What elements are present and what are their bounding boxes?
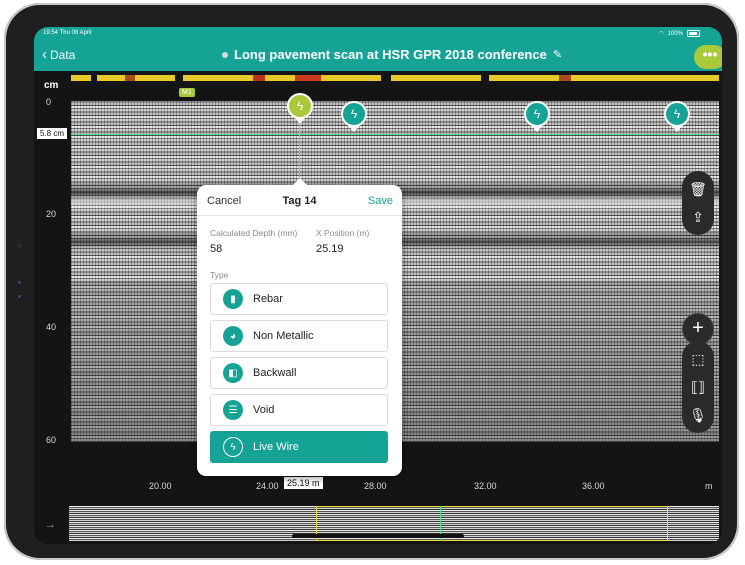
share-icon[interactable]: ⇪	[692, 209, 704, 225]
back-label: Data	[50, 48, 76, 62]
xpos-field-value[interactable]: 25.19	[316, 243, 344, 255]
type-section-label: Type	[210, 270, 229, 280]
back-button[interactable]: ‹ Data	[42, 46, 76, 63]
type-option-label: Void	[253, 404, 275, 416]
x-tick-label: 20.00	[149, 481, 172, 491]
status-indicators: ◠ 100%	[658, 30, 700, 37]
signal-quality-bar	[71, 75, 719, 81]
sensor-dot	[18, 281, 21, 284]
tag-tools-group: 🗑 ⇪	[682, 171, 714, 235]
save-button[interactable]: Save	[368, 195, 393, 207]
rebar-icon: ▮	[223, 289, 243, 309]
chevron-left-icon: ‹	[42, 46, 47, 63]
x-unit-label: m	[705, 481, 713, 491]
lightning-icon: ϟ	[341, 101, 367, 127]
tag-edit-popover: Tag 14 Cancel Save Calculated Depth (mm)…	[197, 178, 402, 476]
title-bar: 19:54 Thu 08 April ◠ 100% ‹ Data Long pa…	[34, 27, 722, 71]
sensor-dot	[18, 295, 21, 298]
y-tick-label: 60	[46, 435, 57, 445]
ipad-frame: 19:54 Thu 08 April ◠ 100% ‹ Data Long pa…	[4, 3, 739, 560]
y-tick-label: 20	[46, 209, 57, 219]
type-option-label: Backwall	[253, 367, 297, 379]
depth-field-label: Calculated Depth (mm)	[210, 228, 298, 238]
app-screen: 19:54 Thu 08 April ◠ 100% ‹ Data Long pa…	[34, 27, 722, 544]
lightning-icon: ϟ	[664, 101, 690, 127]
y-tick-label: 0	[46, 97, 52, 107]
cancel-button[interactable]: Cancel	[207, 195, 241, 207]
x-tick-label: 28.00	[364, 481, 387, 491]
battery-icon	[687, 30, 700, 37]
page-title-text: Long pavement scan at HSR GPR 2018 confe…	[234, 47, 547, 62]
x-tick-label: 24.00	[256, 481, 279, 491]
status-time: 19:54 Thu 08 April	[43, 30, 92, 36]
tag-pin-selected[interactable]: ϟ	[287, 93, 313, 124]
type-option-rebar[interactable]: ▮ Rebar	[210, 283, 388, 315]
arrow-right-icon[interactable]: →	[44, 517, 56, 531]
tag-pin[interactable]: ϟ	[524, 101, 550, 132]
depth-cursor-line[interactable]	[71, 134, 719, 135]
y-tick-label: 40	[46, 322, 57, 332]
tag-pin[interactable]: ϟ	[341, 101, 367, 132]
type-option-label: Live Wire	[253, 441, 299, 453]
marker-m1[interactable]: M1	[179, 88, 195, 97]
tag-pin[interactable]: ϟ	[664, 101, 690, 132]
depth-marker-label[interactable]: 5.8 cm	[37, 128, 68, 139]
split-view-icon[interactable]: ⟦⟧	[691, 379, 705, 395]
page-title[interactable]: Long pavement scan at HSR GPR 2018 confe…	[222, 47, 562, 62]
lightning-icon: ϟ	[524, 101, 550, 127]
x-tick-label: 32.00	[474, 481, 497, 491]
microphone-icon[interactable]: 🎙	[689, 407, 707, 423]
view-tools-group: ⬚ ⟦⟧ 🎙	[682, 341, 714, 433]
home-indicator[interactable]	[292, 534, 464, 538]
type-option-backwall[interactable]: ◧ Backwall	[210, 357, 388, 389]
type-option-void[interactable]: ☰ Void	[210, 394, 388, 426]
type-option-non-metallic[interactable]: ◕ Non Metallic	[210, 320, 388, 352]
popover-header: Tag 14 Cancel Save	[197, 185, 402, 216]
trash-icon[interactable]: 🗑	[689, 181, 707, 197]
xpos-field-label: X Position (m)	[316, 228, 370, 238]
backwall-icon: ◧	[223, 363, 243, 383]
type-option-live-wire[interactable]: ϟ Live Wire	[210, 431, 388, 463]
type-option-label: Rebar	[253, 293, 283, 305]
void-icon: ☰	[223, 400, 243, 420]
pencil-icon[interactable]: ✎	[553, 48, 562, 61]
lightning-icon: ϟ	[287, 93, 313, 119]
sensor-dot	[17, 243, 22, 248]
x-tick-label: 36.00	[582, 481, 605, 491]
x-position-label[interactable]: 25.19 m	[284, 477, 323, 489]
depth-field-value[interactable]: 58	[210, 243, 222, 255]
lightning-icon: ϟ	[223, 437, 243, 457]
more-button[interactable]: •••	[694, 45, 722, 69]
non-metallic-icon: ◕	[223, 326, 243, 346]
type-option-label: Non Metallic	[253, 330, 314, 342]
battery-percent: 100%	[667, 30, 683, 37]
depth-unit-label: cm	[44, 80, 59, 91]
wifi-icon: ◠	[658, 31, 664, 37]
scan-canvas: cm 0 20 40 60 5.8 cm M1 ϟ ϟ ϟ ϟ 20.00 24…	[34, 71, 722, 544]
sync-status-dot	[222, 51, 228, 58]
selection-box-icon[interactable]: ⬚	[691, 351, 704, 367]
